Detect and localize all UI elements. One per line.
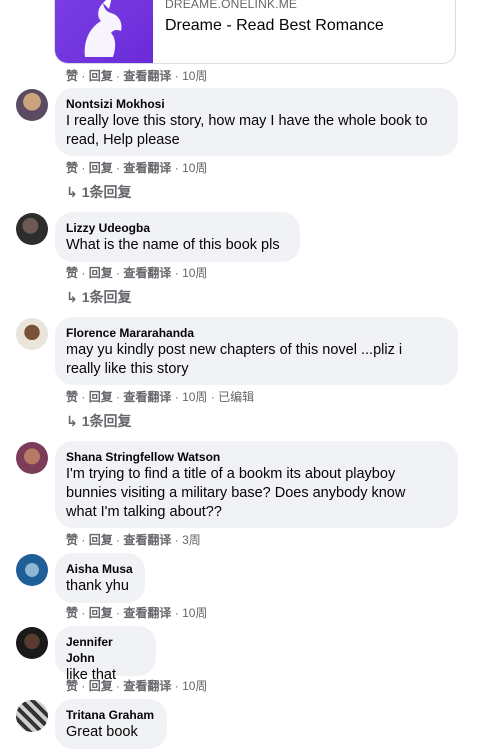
like-button[interactable]: 赞 — [66, 266, 78, 280]
comment-actions: 赞 · 回复 · 查看翻译 · 3周 — [66, 533, 201, 547]
reply-arrow-icon: ↳ — [66, 184, 78, 200]
reply-button[interactable]: 回复 — [89, 69, 113, 83]
post-actions: 赞 · 回复 · 查看翻译 · 10周 — [66, 69, 208, 83]
comment-text-line: I really love this story, how may I have… — [66, 113, 428, 129]
link-title[interactable]: Dreame - Read Best Romance — [165, 17, 384, 35]
comment-actions: 赞 · 回复 · 查看翻译 · 10周 · 已编辑 — [66, 390, 255, 404]
timestamp[interactable]: 10周 — [182, 679, 207, 693]
timestamp[interactable]: 10周 — [182, 69, 207, 83]
comment-author[interactable]: Shana Stringfellow Watson — [66, 449, 446, 465]
reply-button[interactable]: 回复 — [89, 161, 113, 175]
like-button[interactable]: 赞 — [66, 161, 78, 175]
timestamp[interactable]: 10周 — [182, 266, 207, 280]
comment-author[interactable]: Aisha Musa — [66, 561, 133, 577]
comment-bubble: Tritana Graham Great book — [55, 699, 167, 749]
timestamp[interactable]: 10周 — [182, 606, 207, 620]
timestamp[interactable]: 10周 — [182, 161, 207, 175]
reply-button[interactable]: 回复 — [89, 390, 113, 404]
comment-text-line: What is the name of this book pls — [66, 237, 280, 253]
comment-bubble: Florence Mararahanda may yu kindly post … — [55, 317, 458, 385]
reply-button[interactable]: 回复 — [89, 266, 113, 280]
comment-bubble: Shana Stringfellow Watson I'm trying to … — [55, 441, 458, 528]
avatar[interactable] — [16, 627, 48, 659]
view-replies-link[interactable]: ↳ 1条回复 — [66, 411, 132, 431]
reply-button[interactable]: 回复 — [89, 606, 113, 620]
comment-actions: 赞 · 回复 · 查看翻译 · 10周 — [66, 606, 208, 620]
like-button[interactable]: 赞 — [66, 390, 78, 404]
link-thumbnail — [55, 0, 153, 63]
comment-author[interactable]: Tritana Graham — [66, 707, 155, 723]
translate-button[interactable]: 查看翻译 — [123, 390, 171, 404]
avatar[interactable] — [16, 89, 48, 121]
comment-text-line: may yu kindly post new chapters of this … — [66, 342, 403, 358]
translate-button[interactable]: 查看翻译 — [123, 69, 171, 83]
like-button[interactable]: 赞 — [66, 606, 78, 620]
comment-text-line: I'm trying to find a title of a bookm it… — [66, 466, 396, 482]
reply-arrow-icon: ↳ — [66, 289, 78, 305]
avatar[interactable] — [16, 318, 48, 350]
avatar[interactable] — [16, 554, 48, 586]
reply-button[interactable]: 回复 — [89, 679, 113, 693]
comment-author[interactable]: Nontsizi Mokhosi — [66, 96, 446, 112]
link-preview-card[interactable]: DREAME.ONELINK.ME Dreame - Read Best Rom… — [54, 0, 456, 64]
comment-actions: 赞 · 回复 · 查看翻译 · 10周 — [66, 679, 208, 693]
translate-button[interactable]: 查看翻译 — [123, 606, 171, 620]
comment-text-line: really like this story — [66, 361, 189, 377]
comment-author[interactable]: Florence Mararahanda — [66, 325, 446, 341]
like-button[interactable]: 赞 — [66, 533, 78, 547]
comment-author[interactable]: Lizzy Udeogba — [66, 220, 288, 236]
translate-button[interactable]: 查看翻译 — [123, 533, 171, 547]
timestamp[interactable]: 3周 — [182, 533, 201, 547]
like-button[interactable]: 赞 — [66, 679, 78, 693]
like-button[interactable]: 赞 — [66, 69, 78, 83]
comment-text-line: read, Help please — [66, 132, 180, 148]
avatar[interactable] — [16, 700, 48, 732]
view-replies-link[interactable]: ↳ 1条回复 — [66, 287, 132, 307]
link-domain: DREAME.ONELINK.ME — [165, 0, 298, 11]
translate-button[interactable]: 查看翻译 — [123, 266, 171, 280]
avatar[interactable] — [16, 442, 48, 474]
comment-bubble: Lizzy Udeogba What is the name of this b… — [55, 212, 300, 262]
comment-text-line: thank yhu — [66, 578, 129, 594]
unicorn-logo-icon — [84, 0, 122, 57]
comment-text-line: what I'm talking about?? — [66, 504, 222, 520]
comment-bubble: Nontsizi Mokhosi I really love this stor… — [55, 88, 458, 156]
comment-text-line: Great book — [66, 724, 138, 740]
timestamp[interactable]: 10周 — [182, 390, 207, 404]
comment-text-line: bunnies visiting a military base? Does a… — [66, 485, 406, 501]
translate-button[interactable]: 查看翻译 — [123, 679, 171, 693]
translate-button[interactable]: 查看翻译 — [123, 161, 171, 175]
comment-actions: 赞 · 回复 · 查看翻译 · 10周 — [66, 266, 208, 280]
reply-arrow-icon: ↳ — [66, 413, 78, 429]
edited-label[interactable]: 已编辑 — [218, 390, 254, 404]
comment-bubble: Jennifer John like that — [55, 626, 156, 683]
reply-button[interactable]: 回复 — [89, 533, 113, 547]
view-replies-link[interactable]: ↳ 1条回复 — [66, 182, 132, 202]
avatar[interactable] — [16, 213, 48, 245]
comment-bubble: Aisha Musa thank yhu — [55, 553, 145, 603]
comment-actions: 赞 · 回复 · 查看翻译 · 10周 — [66, 161, 208, 175]
comment-author[interactable]: Jennifer John — [66, 634, 144, 666]
